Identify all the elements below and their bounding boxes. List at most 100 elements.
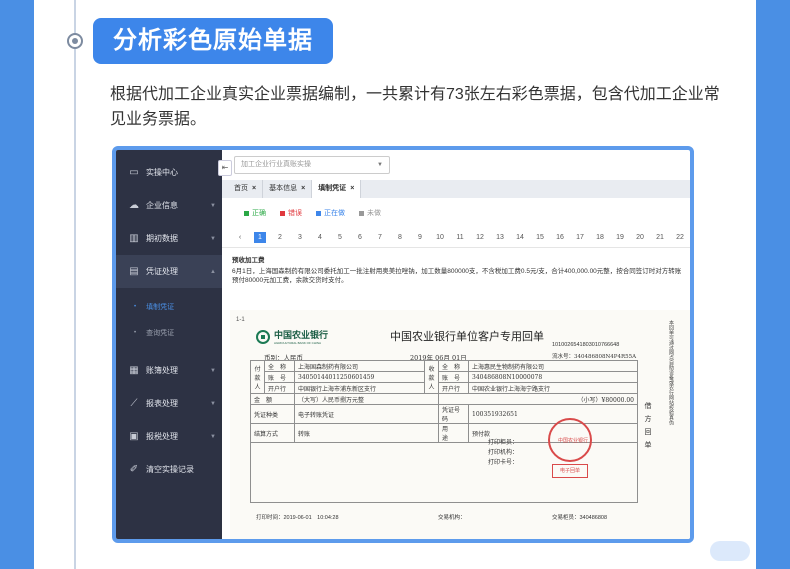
receipt-number: 1-1: [236, 317, 245, 323]
bar-chart-icon: ▥: [129, 233, 139, 244]
bank-brand: 中国农业银行 AGRICULTURAL BANK OF CHINA: [256, 328, 328, 345]
trade-person: 交易柜员：340486808: [552, 515, 608, 521]
page-button[interactable]: 9: [410, 234, 430, 241]
tab-basic-info[interactable]: 基本信息 ×: [263, 180, 313, 198]
ledger-icon: ▦: [129, 365, 139, 376]
print-org: 打印机构：: [488, 450, 519, 456]
page-button[interactable]: 16: [550, 234, 570, 241]
industry-select-value: 加工企业行业真账实操: [241, 161, 311, 168]
sidebar-item-ledger[interactable]: ▦ 账簿处理 ▼: [116, 354, 222, 387]
status-square-icon: [280, 210, 285, 216]
sidebar-item-initial-data[interactable]: ▥ 期初数据 ▼: [116, 222, 222, 255]
trade-org: 交易机构：: [438, 515, 466, 521]
page-button[interactable]: 18: [590, 234, 610, 241]
sidebar-item-label: 账簿处理: [146, 366, 178, 375]
bank-name-english: AGRICULTURAL BANK OF CHINA: [274, 341, 322, 345]
sidebar-item-label: 报表处理: [146, 399, 178, 408]
sidebar-item-label: 期初数据: [146, 234, 178, 243]
bank-stamp-icon: 中国农业银行: [548, 418, 592, 462]
close-icon[interactable]: ×: [301, 185, 305, 192]
tab-home[interactable]: 首页 ×: [228, 180, 264, 198]
payee-bank: 中国农业银行上海海宁路支行: [468, 382, 638, 394]
status-square-icon: [359, 210, 364, 216]
tab-bar: 首页 × 基本信息 × 填制凭证 ×: [222, 180, 690, 198]
sidebar-item-clear-records[interactable]: ✐ 清空实操记录: [116, 453, 222, 486]
tab-label: 基本信息: [269, 185, 298, 192]
chevron-down-icon: ▼: [210, 202, 216, 209]
legend-label: 正在做: [324, 210, 345, 217]
task-description: 预收加工费 6月1日，上海国森制药有限公司委托加工一批注射用奥美拉唑钠，加工数量…: [222, 248, 690, 285]
payee-bank-label: 开户行: [438, 382, 469, 394]
task-title: 预收加工费: [232, 257, 265, 264]
page-button[interactable]: 22: [670, 234, 690, 241]
legend-in-progress: 正在做: [316, 208, 345, 218]
sidebar-item-label: 凭证处理: [146, 267, 178, 276]
tab-fill-voucher[interactable]: 填制凭证 ×: [312, 180, 362, 198]
section-description: 根据代加工企业真实企业票据编制，一共累计有73张左右彩色票据，包含代加工企业常见…: [110, 86, 720, 128]
page-button[interactable]: 6: [350, 234, 370, 241]
payer-name: 上海国森制药有限公司: [294, 360, 425, 372]
amount-big: （大写）人民币捌万元整: [294, 393, 439, 405]
broom-icon: ✐: [129, 464, 139, 475]
page-button[interactable]: 14: [510, 234, 530, 241]
receipt-serial: 流水号：340486808N4P4R55A: [552, 354, 637, 360]
prev-page-icon[interactable]: ‹: [230, 234, 250, 241]
chevron-up-icon: ▲: [210, 268, 216, 275]
pagination: ‹ 1 2 3 4 5 6 7 8 9 10 11 12 13 14 15 16…: [222, 228, 690, 248]
sidebar-item-practice-center[interactable]: ▭ 实操中心: [116, 156, 222, 189]
payee-account-label: 账 号: [438, 371, 469, 383]
page-button[interactable]: 10: [430, 234, 450, 241]
page-button[interactable]: 8: [390, 234, 410, 241]
voucher-icon: ▤: [129, 266, 139, 277]
main-area: 加工企业行业真账实操 ▼ 首页 × 基本信息 × 填制凭证 × 正确 错误 正在做 未…: [222, 150, 690, 539]
sidebar-item-label: 企业信息: [146, 201, 178, 210]
page-button[interactable]: 5: [330, 234, 350, 241]
page-button[interactable]: 3: [290, 234, 310, 241]
task-text: 6月1日，上海国森制药有限公司委托加工一批注射用奥美拉唑钠，加工数量800000…: [232, 268, 682, 284]
tab-label: 首页: [234, 185, 248, 192]
bank-name: 中国农业银行: [274, 331, 329, 341]
industry-select[interactable]: 加工企业行业真账实操 ▼: [234, 156, 390, 174]
receipt-stamp: 电子回单: [552, 464, 588, 478]
sidebar-item-report[interactable]: ⟋ 报表处理 ▼: [116, 387, 222, 420]
print-info: 打印柜员： 打印机构： 打印卡号：: [488, 438, 518, 468]
page-button[interactable]: 4: [310, 234, 330, 241]
chevron-down-icon: ▼: [210, 433, 216, 440]
page-button[interactable]: 2: [270, 234, 290, 241]
page-button[interactable]: 15: [530, 234, 550, 241]
bullet-icon: •: [134, 304, 137, 310]
payer-bank: 中国银行上海市浦东新区支行: [294, 382, 425, 394]
chevron-down-icon: ▼: [377, 162, 383, 168]
legend-label: 未做: [367, 210, 381, 217]
page-button[interactable]: 11: [450, 234, 470, 241]
close-icon[interactable]: ×: [252, 185, 256, 192]
stamp-text: 中国农业银行: [558, 438, 589, 444]
page-button[interactable]: 19: [610, 234, 630, 241]
sidebar-item-label: 实操中心: [146, 168, 178, 177]
sidebar-item-tax[interactable]: ▣ 报税处理 ▼: [116, 420, 222, 453]
voucher-no: 100351932651: [468, 404, 638, 424]
tax-icon: ▣: [129, 431, 139, 442]
sidebar-item-company-info[interactable]: ☁ 企业信息 ▼: [116, 189, 222, 222]
payee-name: 上海惠民生物制药有限公司: [468, 360, 638, 372]
legend-correct: 正确: [244, 208, 266, 218]
line-chart-icon: ⟋: [130, 398, 138, 409]
sidebar-item-voucher[interactable]: ▤ 凭证处理 ▲: [116, 255, 222, 288]
page-button[interactable]: 20: [630, 234, 650, 241]
receipt-title: 中国农业银行单位客户专用回单: [390, 330, 544, 343]
page-button[interactable]: 13: [490, 234, 510, 241]
page-button[interactable]: 1: [254, 232, 266, 243]
page-button[interactable]: 21: [650, 234, 670, 241]
page-button[interactable]: 7: [370, 234, 390, 241]
amount-small: （小写）¥80000.00: [438, 393, 638, 405]
close-icon[interactable]: ×: [350, 185, 354, 192]
settle: 转账: [294, 423, 439, 443]
voucher-type-label: 凭证种类: [250, 404, 295, 424]
sidebar-sub-fill-voucher[interactable]: • 填制凭证: [116, 294, 222, 320]
sidebar-sub-query-voucher[interactable]: • 查询凭证: [116, 320, 222, 346]
payee-label: 收款人: [424, 360, 439, 394]
bank-receipt: 1-1 中国农业银行 AGRICULTURAL BANK OF CHINA 中国…: [230, 310, 690, 539]
page-button[interactable]: 12: [470, 234, 490, 241]
settle-label: 结算方式: [250, 423, 295, 443]
page-button[interactable]: 17: [570, 234, 590, 241]
